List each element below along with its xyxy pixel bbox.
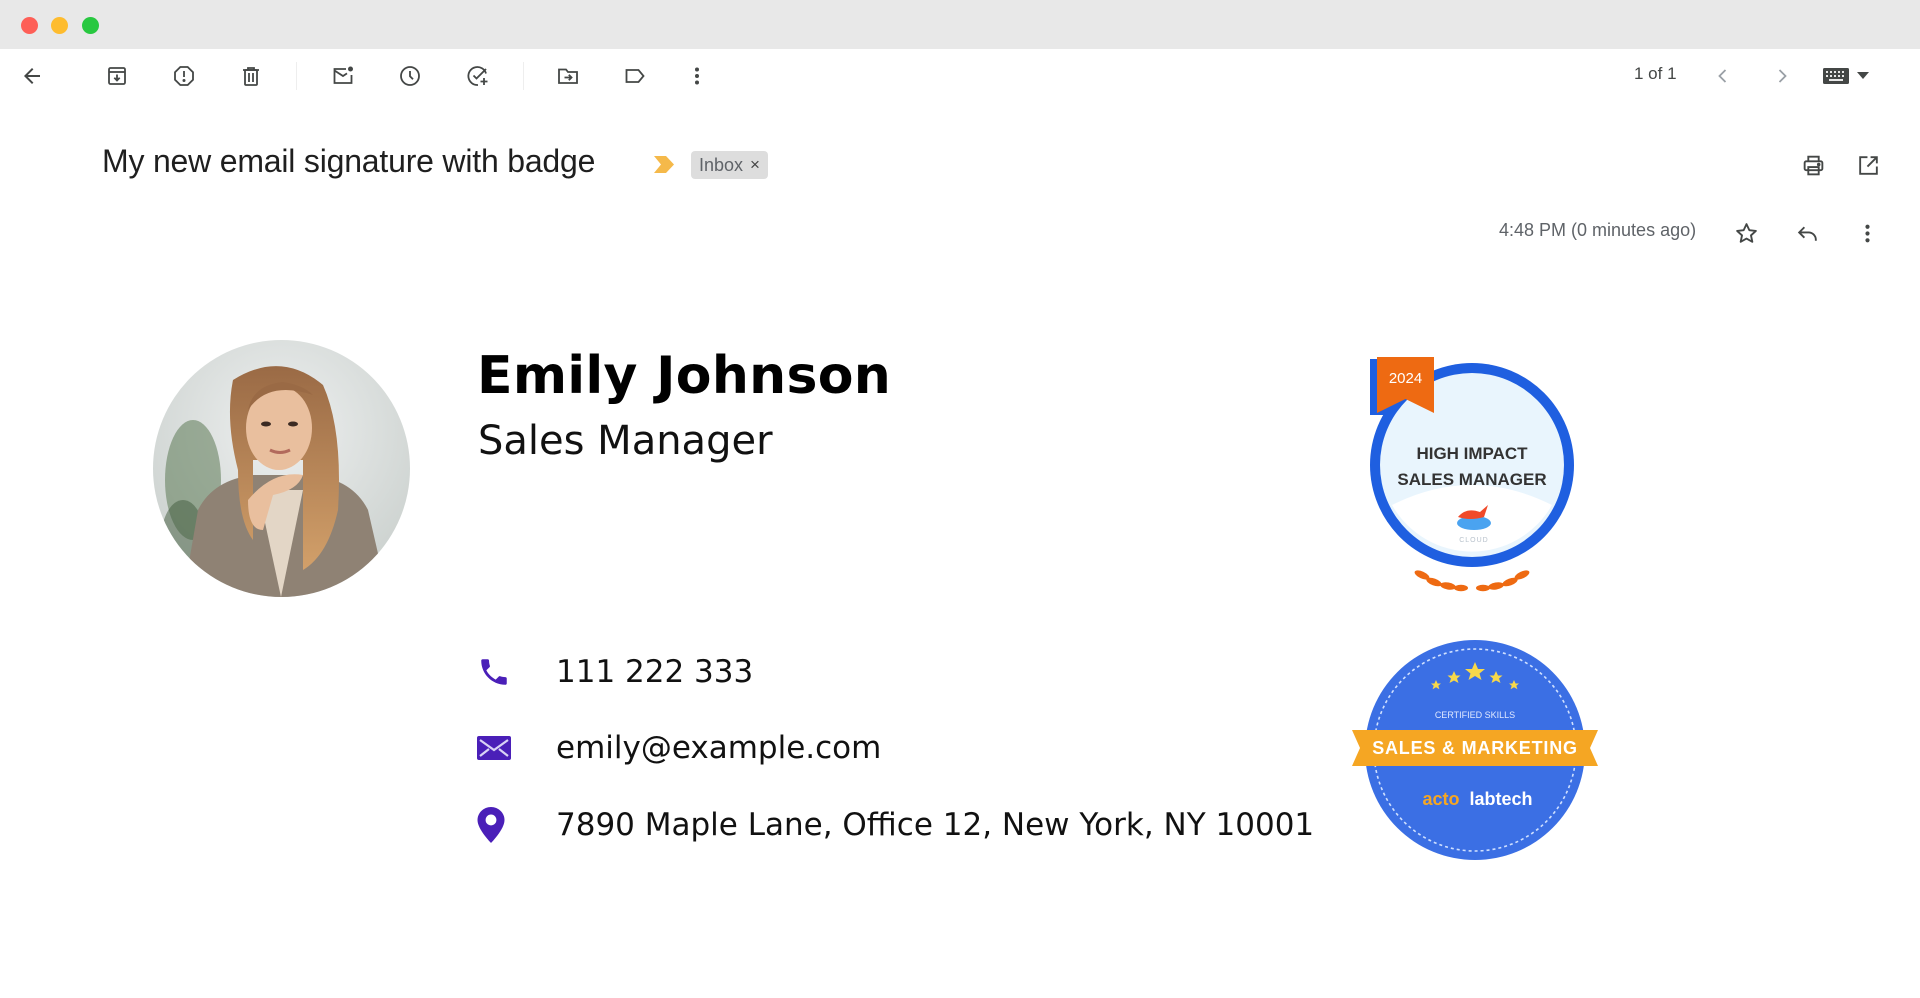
contact-email-row: emily@example.com: [477, 730, 881, 766]
add-to-tasks-button[interactable]: [463, 61, 493, 91]
signature-job-title: Sales Manager: [478, 418, 773, 464]
phone-icon: [477, 655, 513, 689]
window-titlebar: [0, 0, 1920, 49]
mark-unread-icon: [333, 66, 353, 84]
delete-button[interactable]: [236, 61, 266, 91]
more-vert-icon: [695, 67, 699, 85]
chevron-right-icon: [1778, 69, 1787, 83]
printer-icon: [1803, 155, 1823, 175]
contact-phone-row: 111 222 333: [477, 654, 753, 690]
profile-photo: [153, 340, 410, 597]
badge-brand-a: acto: [1422, 789, 1459, 809]
signature-name: Emily Johnson: [477, 346, 892, 406]
back-button[interactable]: [17, 61, 47, 91]
report-spam-button[interactable]: [169, 61, 199, 91]
remove-label-button[interactable]: ×: [750, 155, 760, 175]
toolbar-divider: [296, 62, 297, 90]
label-chip-inbox[interactable]: Inbox ×: [691, 151, 768, 179]
open-in-new-icon: [1858, 155, 1878, 175]
arrow-left-icon: [24, 68, 40, 84]
certification-badge-graphic: CERTIFIED SKILLS SALES & MARKETING acto …: [1352, 640, 1598, 860]
star-button[interactable]: [1731, 218, 1761, 248]
move-to-button[interactable]: [553, 61, 583, 91]
contact-address-row: 7890 Maple Lane, Office 12, New York, NY…: [477, 807, 1314, 843]
badge-year: 2024: [1389, 370, 1422, 387]
contact-email[interactable]: emily@example.com: [556, 730, 881, 766]
move-to-folder-icon: [558, 68, 578, 84]
reply-icon: [1797, 226, 1817, 241]
keyboard-icon: [1823, 68, 1849, 84]
badge-brand-b: labtech: [1469, 789, 1532, 809]
clock-icon: [400, 66, 420, 86]
toolbar-divider: [523, 62, 524, 90]
open-in-new-window-button[interactable]: [1853, 150, 1883, 180]
location-pin-icon: [477, 807, 513, 843]
add-task-icon: [467, 66, 488, 86]
badge-high-impact-sales-manager[interactable]: 2024 HIGH IMPACT SALES MANAGER CLOUD: [1362, 355, 1582, 595]
badge-certified-sales-marketing[interactable]: CERTIFIED SKILLS SALES & MARKETING acto …: [1350, 638, 1600, 863]
contact-address[interactable]: 7890 Maple Lane, Office 12, New York, NY…: [556, 807, 1314, 843]
snooze-button[interactable]: [395, 61, 425, 91]
window-minimize-button[interactable]: [51, 17, 68, 34]
pagination-count: 1 of 1: [1634, 64, 1677, 83]
caret-down-icon: [1857, 72, 1869, 79]
badge-top-text: CERTIFIED SKILLS: [1435, 710, 1515, 720]
envelope-icon: [477, 731, 513, 765]
archive-button[interactable]: [102, 61, 132, 91]
more-actions-button[interactable]: [682, 61, 712, 91]
contact-phone[interactable]: 111 222 333: [556, 654, 753, 690]
archive-icon: [108, 67, 126, 85]
reply-button[interactable]: [1792, 218, 1822, 248]
badge-ribbon-text: SALES & MARKETING: [1372, 738, 1578, 758]
badge-line2: SALES MANAGER: [1397, 470, 1546, 489]
message-subject: My new email signature with badge: [102, 143, 596, 179]
message-more-button[interactable]: [1852, 218, 1882, 248]
newer-message-button[interactable]: [1708, 61, 1738, 91]
badge-line1: HIGH IMPACT: [1416, 444, 1528, 463]
report-spam-icon: [174, 66, 194, 86]
trash-icon: [243, 67, 259, 86]
window-maximize-button[interactable]: [82, 17, 99, 34]
chevron-left-icon: [1718, 69, 1727, 83]
label-icon: [625, 69, 645, 83]
more-vert-icon: [1864, 224, 1870, 242]
mark-unread-button[interactable]: [328, 61, 358, 91]
print-all-button[interactable]: [1798, 150, 1828, 180]
star-outline-icon: [1735, 222, 1757, 243]
award-badge-graphic: 2024 HIGH IMPACT SALES MANAGER CLOUD: [1370, 357, 1574, 592]
profile-portrait-image: [153, 340, 410, 597]
message-timestamp: 4:48 PM (0 minutes ago): [1499, 220, 1697, 240]
laurel-icon: [1414, 570, 1530, 592]
label-chip-text: Inbox: [699, 154, 744, 175]
older-message-button[interactable]: [1767, 61, 1797, 91]
window-close-button[interactable]: [21, 17, 38, 34]
labels-button[interactable]: [620, 61, 650, 91]
importance-marker-icon[interactable]: [654, 156, 674, 173]
badge-logo-text: CLOUD: [1459, 537, 1489, 544]
input-tools-button[interactable]: [1823, 64, 1869, 88]
